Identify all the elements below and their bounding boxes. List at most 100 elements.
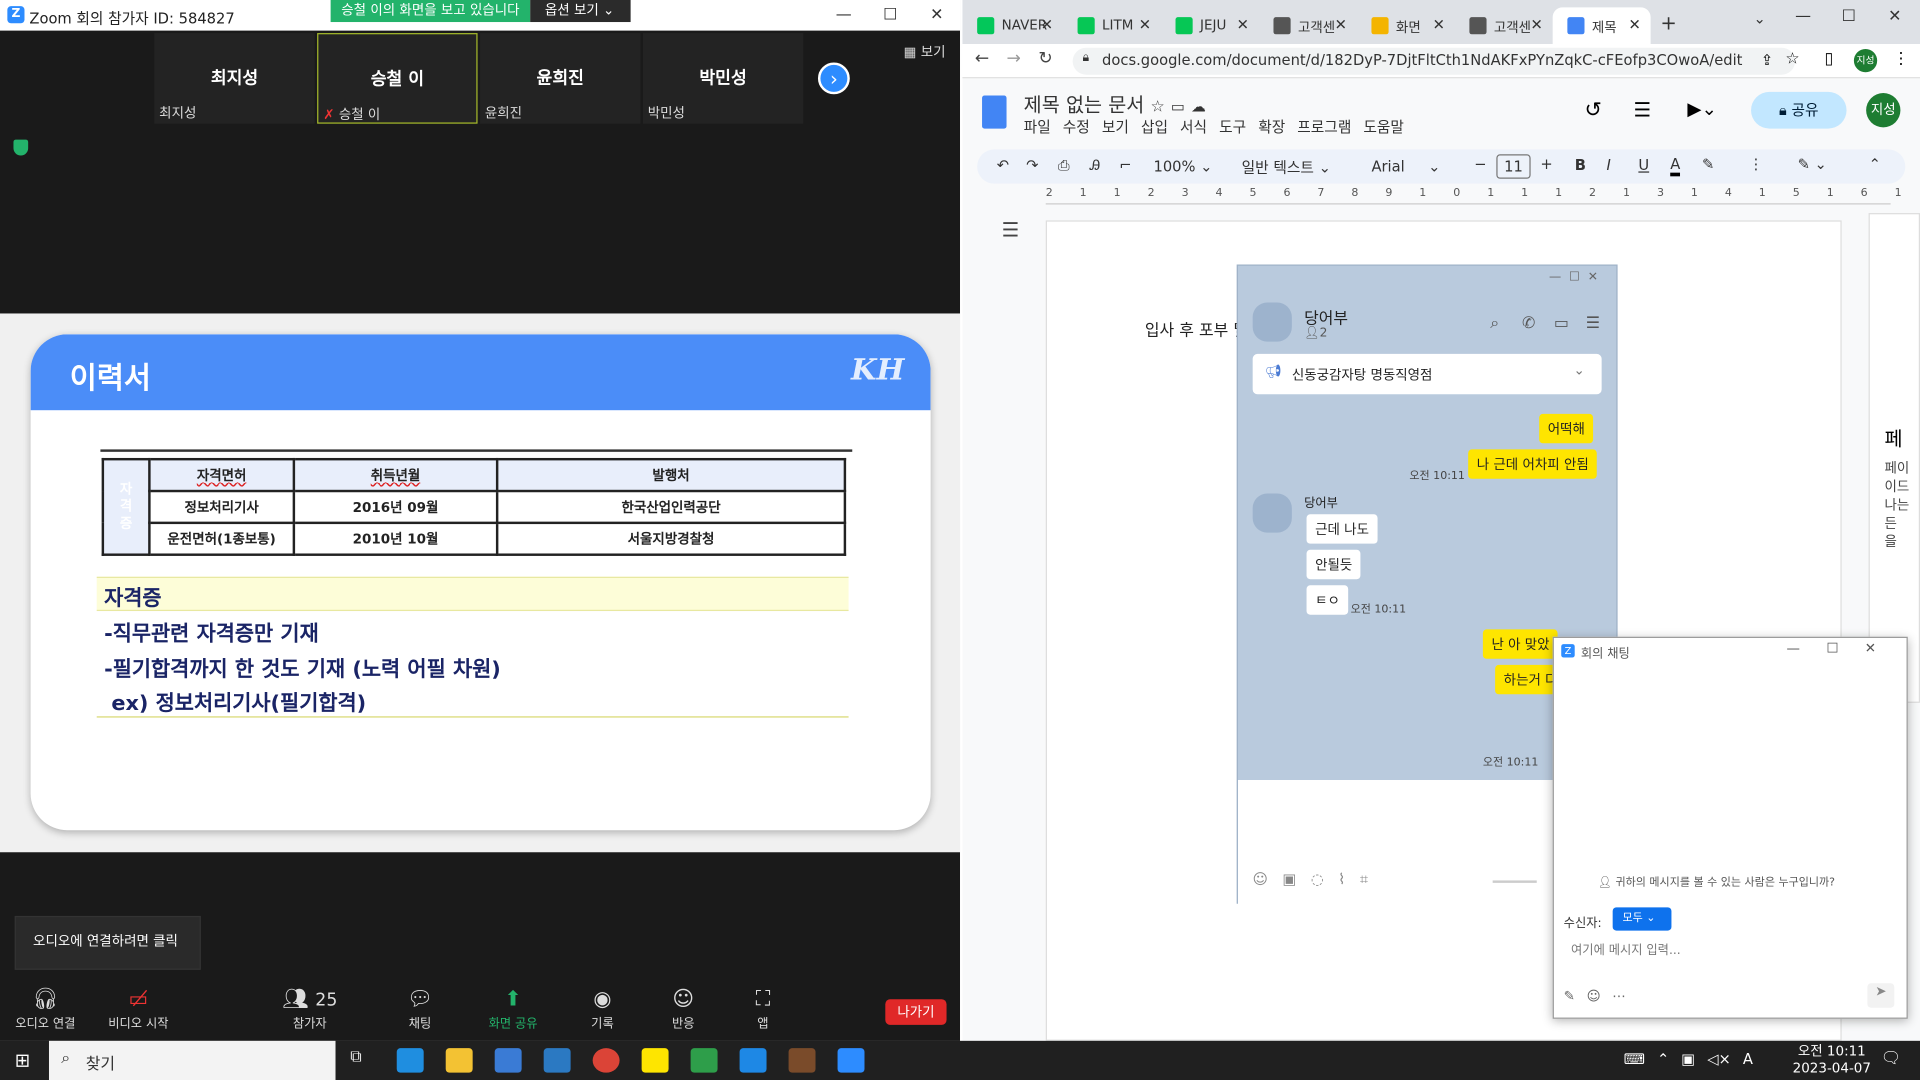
their-message[interactable]: 근데 나도 [1306, 514, 1378, 544]
decrease-font-icon[interactable]: − [1474, 156, 1486, 173]
view-options-button[interactable]: 옵션 보기 ⌄ [530, 0, 631, 23]
view-button[interactable]: ▦ 보기 [904, 42, 946, 62]
chat-input[interactable]: 여기에 메시지 입력... [1571, 939, 1681, 957]
maximize-icon[interactable]: ☐ [867, 0, 914, 31]
kakaotalk-icon[interactable] [641, 1048, 669, 1073]
minimize-icon[interactable]: — [820, 0, 867, 31]
history-icon[interactable]: ↺ [1585, 98, 1602, 122]
maximize-icon[interactable]: ☐ [1842, 7, 1856, 25]
notice-bar[interactable]: 📢︎ 신동궁감자탕 명동직영점 ⌄ [1252, 353, 1602, 395]
close-tab-icon[interactable]: ✕ [1531, 16, 1543, 33]
browser-tab[interactable]: 고객센 ✕ [1259, 7, 1357, 44]
meet-camera-icon[interactable]: ▶︎⌄ [1687, 98, 1717, 120]
close-tab-icon[interactable]: ✕ [1335, 16, 1347, 33]
menu-icon[interactable]: ☰ [1586, 315, 1600, 333]
bookmark-star-icon[interactable]: ☆ [1785, 50, 1799, 68]
browser-tab[interactable]: LITM ✕ [1063, 7, 1161, 44]
tab-search-icon[interactable]: ⌄ [1753, 10, 1765, 27]
text-color-icon[interactable]: A [1670, 156, 1681, 177]
windows-start-icon[interactable]: ⊞ [15, 1049, 30, 1071]
new-tab-icon[interactable]: + [1660, 11, 1676, 34]
bold-icon[interactable]: B [1575, 157, 1586, 174]
close-icon[interactable]: ✕ [913, 0, 960, 31]
redo-icon[interactable]: ↷ [1026, 157, 1038, 174]
close-tab-icon[interactable]: ✕ [1629, 16, 1641, 33]
minimize-icon[interactable]: — [1795, 7, 1811, 25]
paint-format-icon[interactable]: ⌐ [1119, 157, 1131, 174]
send-icon[interactable]: ➤ [1867, 983, 1895, 1008]
emoji-icon[interactable]: ☺ [1587, 988, 1601, 1004]
menu-edit[interactable]: 수정 [1063, 119, 1090, 136]
their-message[interactable]: 안될듯 [1306, 549, 1361, 580]
spellcheck-icon[interactable]: Ꭿ [1090, 157, 1101, 175]
recipient-select[interactable]: 모두 ⌄ [1612, 907, 1672, 931]
video-call-icon[interactable]: ▭ [1554, 315, 1569, 333]
comments-icon[interactable]: ☰ [1633, 98, 1651, 121]
format-icon[interactable]: ✎ [1564, 988, 1575, 1004]
close-tab-icon[interactable]: ✕ [1041, 16, 1053, 33]
join-audio-button[interactable]: 🎧︎ 오디오 연결 [2, 986, 88, 1031]
reactions-button[interactable]: ☺ 반응 [640, 986, 726, 1031]
share-button[interactable]: 🔒︎ 공유 [1751, 91, 1847, 129]
menu-format[interactable]: 서식 [1180, 119, 1207, 136]
url-input[interactable]: 🔒︎ docs.google.com/document/d/182DyP-7Djt… [1072, 47, 1796, 75]
more-menu-icon[interactable]: ⋮ [1893, 50, 1909, 68]
increase-font-icon[interactable]: + [1540, 156, 1552, 173]
zoom-select[interactable]: 100% ⌄ [1153, 158, 1212, 175]
their-message[interactable]: ㅌㅇ [1306, 585, 1349, 615]
record-button[interactable]: ◉ 기록 [560, 986, 646, 1031]
share-screen-button[interactable]: ⬆ 화면 공유 [470, 986, 556, 1031]
network-icon[interactable]: ▣ [1681, 1051, 1695, 1068]
undo-icon[interactable]: ↶ [997, 157, 1009, 174]
my-message[interactable]: 나 근데 어차피 안됨 [1468, 449, 1598, 479]
print-icon[interactable]: ⎙ [1058, 157, 1070, 175]
italic-icon[interactable]: I [1607, 157, 1611, 174]
emoji-icon[interactable]: ☺ [1253, 871, 1268, 888]
participant-tile[interactable]: 박민성 박민성 [642, 33, 804, 124]
taskbar-search[interactable]: ⌕ 찾기 [48, 1040, 336, 1080]
menu-tools[interactable]: 도구 [1219, 119, 1246, 136]
my-message[interactable]: 어떡해 [1539, 413, 1594, 444]
highlight-icon[interactable]: ✎ [1702, 156, 1714, 173]
back-icon[interactable]: ← [975, 49, 989, 69]
document-text[interactable]: 입사 후 포부 및 [1145, 317, 1248, 340]
profile-avatar[interactable]: 지성 [1853, 48, 1878, 73]
audio-tooltip[interactable]: 오디오에 연결하려면 클릭 [14, 915, 201, 970]
opacity-slider[interactable] [1492, 880, 1537, 883]
font-select[interactable]: Arial ⌄ [1371, 158, 1440, 175]
mail-icon[interactable] [543, 1048, 571, 1073]
capture-icon[interactable]: ⌗ [1360, 871, 1368, 888]
style-select[interactable]: 일반 텍스트 ⌄ [1242, 157, 1331, 178]
browser-tab[interactable]: 화면 ✕ [1357, 7, 1455, 44]
zoom-icon[interactable] [837, 1048, 865, 1073]
vscode-icon[interactable] [739, 1048, 767, 1073]
share-page-icon[interactable]: ⇪ [1761, 51, 1773, 68]
leave-button[interactable]: 나가기 [885, 999, 947, 1025]
keyboard-icon[interactable]: ⌨ [1624, 1051, 1645, 1068]
chat-button[interactable]: 💬︎ 채팅 [377, 986, 463, 1031]
chevron-down-icon[interactable]: ⌄ [1573, 362, 1584, 378]
sidepanel-icon[interactable]: ▯ [1825, 50, 1834, 68]
font-size-input[interactable]: 11 [1496, 154, 1531, 179]
browser-tab[interactable]: JEJU ✕ [1161, 7, 1259, 44]
reload-icon[interactable]: ↻ [1038, 49, 1052, 69]
user-avatar[interactable]: 지성 [1866, 93, 1901, 128]
browser-tab-active[interactable]: 제목 ✕ [1552, 7, 1651, 45]
menu-view[interactable]: 보기 [1102, 119, 1129, 136]
ime-indicator[interactable]: A [1743, 1051, 1753, 1068]
talk-icon[interactable]: ◌ [1311, 871, 1324, 888]
next-page-arrow-icon[interactable]: › [817, 62, 850, 95]
game-icon[interactable] [788, 1048, 816, 1073]
tray-up-icon[interactable]: ⌃ [1657, 1051, 1669, 1068]
clock[interactable]: 오전 10:11 2023-04-07 [1793, 1043, 1871, 1077]
notification-icon[interactable]: 🗨︎ [1881, 1049, 1901, 1067]
underline-icon[interactable]: U [1638, 157, 1649, 174]
phone-icon[interactable]: ✆ [1522, 315, 1535, 333]
volume-icon[interactable]: ◁× [1707, 1051, 1731, 1068]
browser-tab[interactable]: NAVER ✕ [962, 7, 1062, 44]
window-controls[interactable]: — ☐ ✕ [1549, 271, 1598, 284]
store-icon[interactable] [494, 1048, 522, 1073]
my-message[interactable]: 난 아 맞았 [1482, 629, 1559, 659]
file-explorer-icon[interactable] [445, 1048, 473, 1073]
close-tab-icon[interactable]: ✕ [1433, 16, 1445, 33]
